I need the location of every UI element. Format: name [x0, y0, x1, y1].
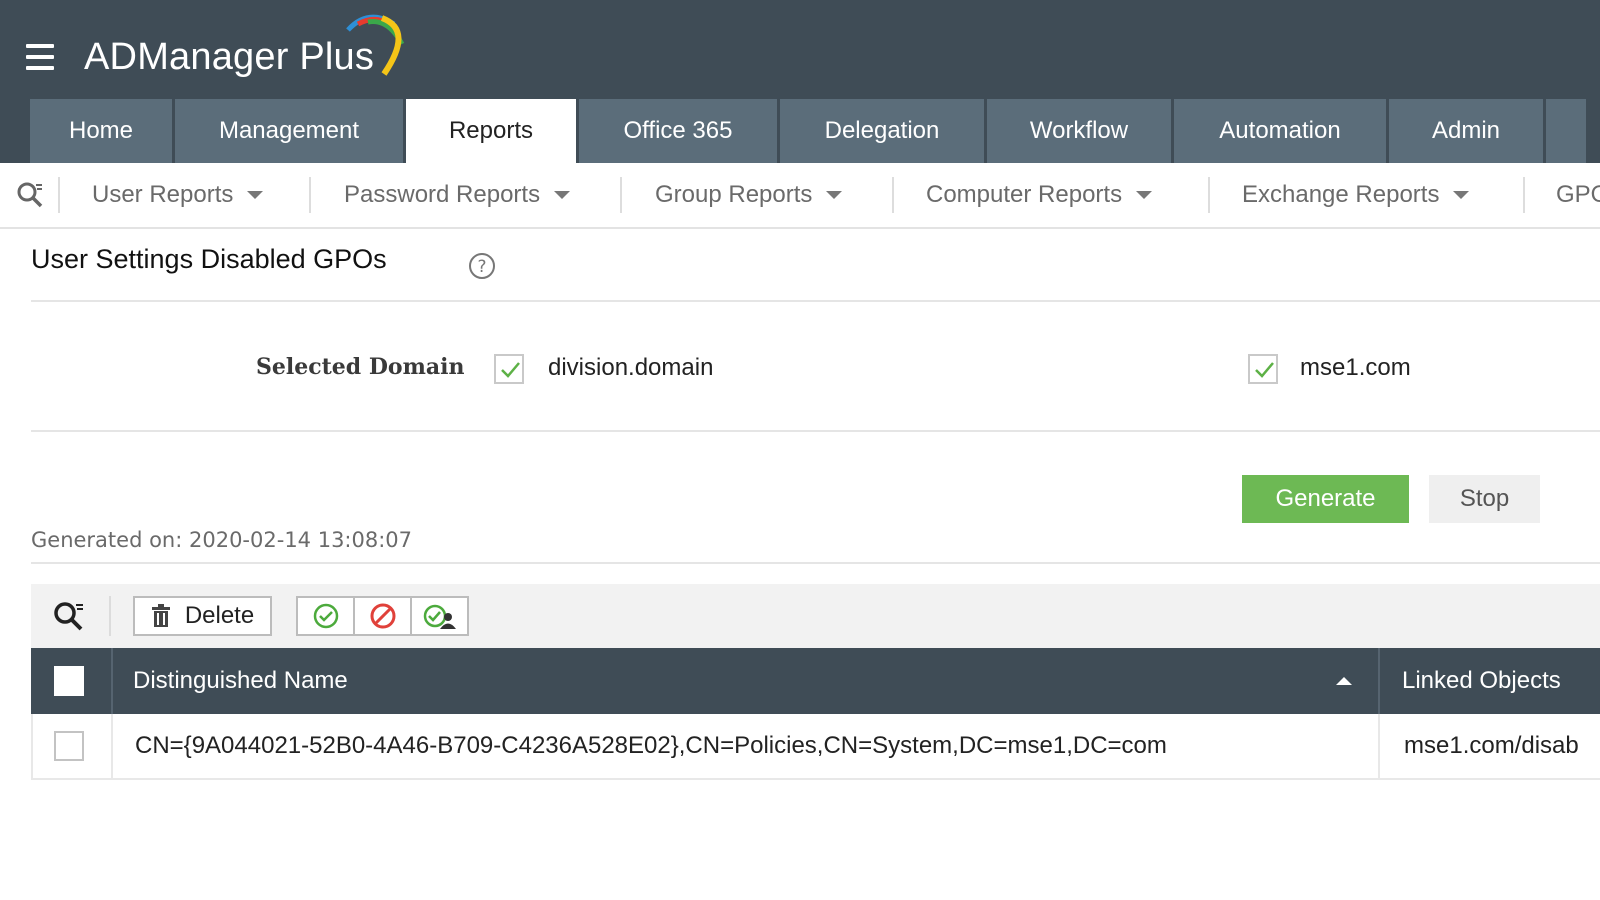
divider [620, 177, 622, 213]
search-icon[interactable] [16, 181, 44, 209]
tab-automation[interactable]: Automation [1174, 99, 1386, 163]
caret-down-icon [554, 191, 571, 199]
tab-management[interactable]: Management [175, 99, 403, 163]
divider [31, 430, 1600, 432]
caret-down-icon [1136, 191, 1153, 199]
svg-text:?: ? [477, 257, 486, 277]
nav-group-reports[interactable]: Group Reports [655, 163, 843, 227]
nav-password-reports[interactable]: Password Reports [344, 163, 571, 227]
top-header: ADManager Plus Home Management Reports O… [0, 0, 1600, 163]
check-icon [501, 362, 520, 378]
column-header-linked-objects[interactable]: Linked Objects [1402, 648, 1561, 714]
tab-home[interactable]: Home [30, 99, 172, 163]
enable-gpo-button[interactable] [298, 598, 355, 634]
nav-label: Computer Reports [926, 181, 1123, 208]
domain-checkbox-mse1[interactable] [1248, 354, 1278, 384]
delete-button[interactable]: Delete [133, 596, 272, 636]
gpo-table: Distinguished Name Linked Objects CN={9A… [31, 648, 1600, 780]
report-category-nav: User Reports Password Reports Group Repo… [0, 163, 1600, 229]
brand-logo-icon [346, 14, 405, 76]
divider [1523, 177, 1525, 213]
gpo-action-group [296, 596, 469, 636]
help-icon[interactable]: ? [468, 252, 496, 280]
nav-label: Exchange Reports [1242, 181, 1440, 208]
nav-gpo-reports[interactable]: GPO [1556, 163, 1600, 227]
disable-gpo-button[interactable] [355, 598, 412, 634]
table-row: CN={9A044021-52B0-4A46-B709-C4236A528E02… [31, 714, 1600, 780]
enable-check-circle-icon [313, 603, 338, 629]
tab-overflow[interactable] [1546, 99, 1586, 163]
manage-gpo-users-button[interactable] [412, 598, 467, 634]
column-divider [1378, 648, 1380, 714]
nav-exchange-reports[interactable]: Exchange Reports [1242, 163, 1470, 227]
brand-name: ADManager Plus [84, 36, 375, 78]
distinguished-name-cell: CN={9A044021-52B0-4A46-B709-C4236A528E02… [135, 732, 1167, 759]
generate-button[interactable]: Generate [1242, 475, 1409, 523]
column-header-distinguished-name[interactable]: Distinguished Name [133, 648, 348, 714]
stop-button[interactable]: Stop [1429, 475, 1540, 523]
domain-name: mse1.com [1300, 354, 1411, 381]
check-icon [1255, 362, 1274, 378]
trash-icon [151, 604, 170, 627]
select-all-checkbox[interactable] [54, 666, 84, 696]
select-all-cell [31, 648, 113, 714]
generated-on-timestamp: Generated on: 2020-02-14 13:08:07 [31, 528, 413, 552]
divider [58, 177, 60, 213]
divider [109, 596, 111, 636]
menu-icon[interactable] [26, 44, 54, 70]
domain-name: division.domain [548, 354, 714, 381]
tab-reports[interactable]: Reports [406, 99, 576, 163]
main-tabs: Home Management Reports Office 365 Deleg… [30, 99, 1589, 163]
row-checkbox[interactable] [54, 731, 84, 761]
page-title: User Settings Disabled GPOs [31, 244, 387, 274]
caret-down-icon [247, 191, 264, 199]
nav-label: GPO [1556, 181, 1600, 208]
row-select-cell [33, 714, 113, 778]
divider [31, 562, 1600, 564]
sort-ascending-icon[interactable] [1336, 677, 1352, 685]
tab-office-365[interactable]: Office 365 [579, 99, 777, 163]
divider [1208, 177, 1210, 213]
domain-checkbox-division[interactable] [494, 354, 524, 384]
caret-down-icon [826, 191, 843, 199]
report-toolbar: Delete [31, 584, 1600, 648]
selected-domain-label: Selected Domain [256, 354, 465, 380]
divider [31, 300, 1600, 302]
divider [892, 177, 894, 213]
nav-label: User Reports [92, 181, 234, 208]
nav-label: Group Reports [655, 181, 813, 208]
nav-label: Password Reports [344, 181, 541, 208]
nav-user-reports[interactable]: User Reports [92, 163, 264, 227]
tab-workflow[interactable]: Workflow [987, 99, 1171, 163]
disable-prohibit-icon [370, 603, 395, 629]
delete-label: Delete [184, 602, 255, 629]
tab-delegation[interactable]: Delegation [780, 99, 984, 163]
check-user-icon [423, 604, 456, 629]
caret-down-icon [1453, 191, 1470, 199]
table-header: Distinguished Name Linked Objects [31, 648, 1600, 714]
search-icon[interactable] [53, 600, 85, 632]
column-divider [1378, 714, 1380, 778]
nav-computer-reports[interactable]: Computer Reports [926, 163, 1153, 227]
divider [309, 177, 311, 213]
linked-objects-cell: mse1.com/disab [1404, 732, 1579, 759]
tab-admin[interactable]: Admin [1389, 99, 1543, 163]
